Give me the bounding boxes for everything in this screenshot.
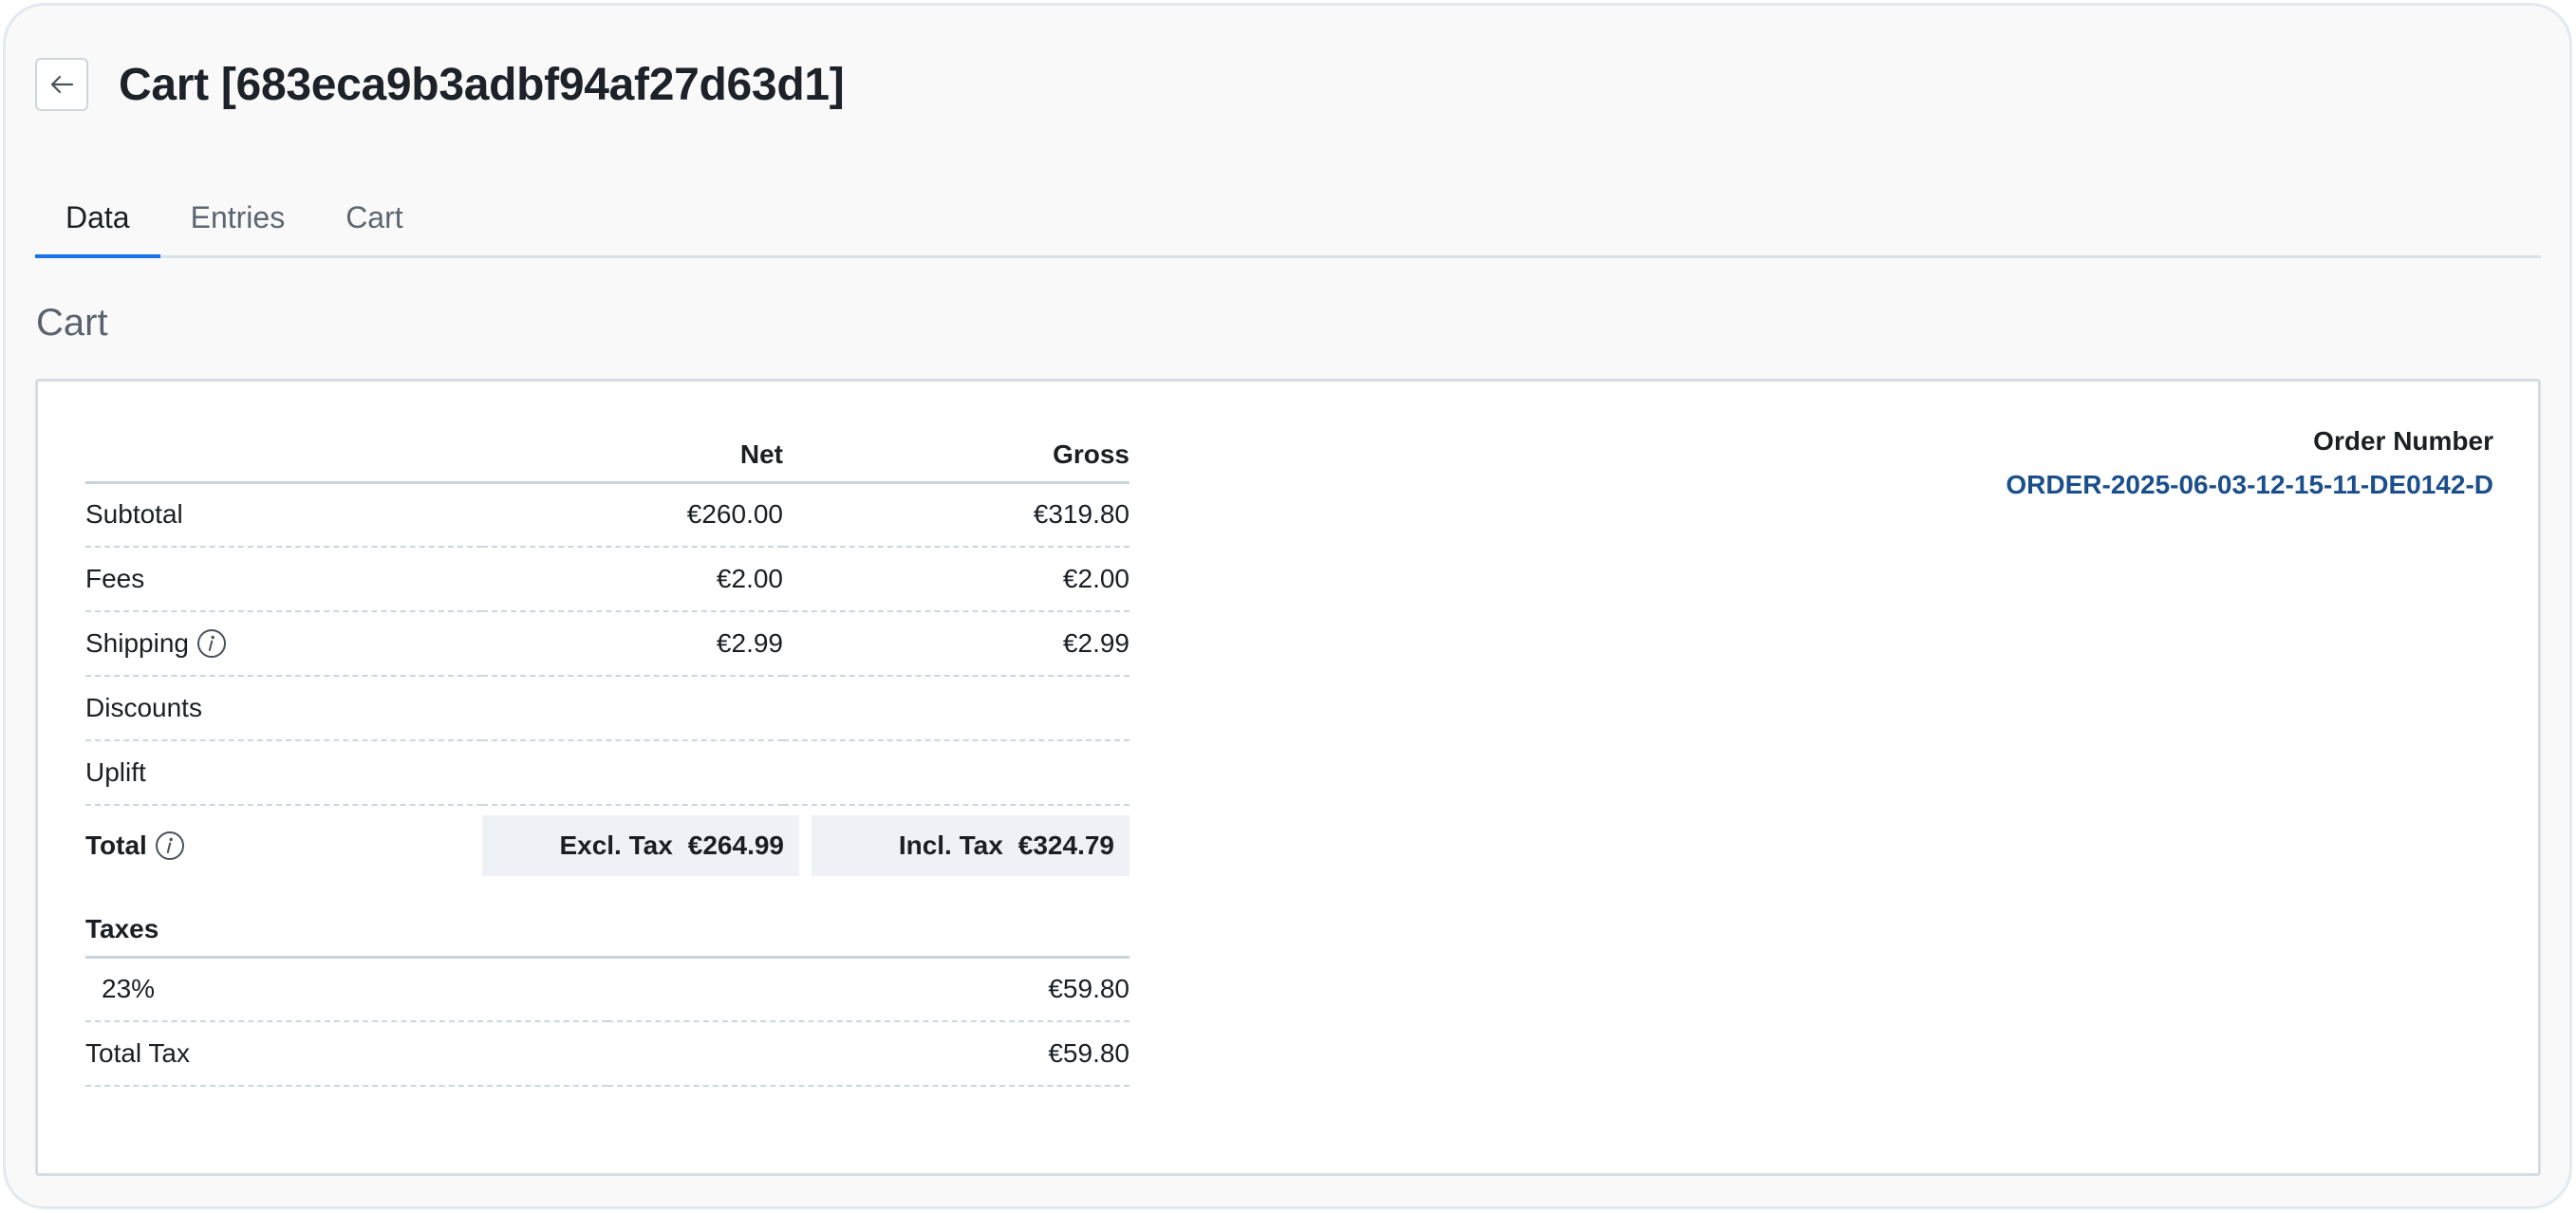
row-label: Fees — [85, 547, 482, 612]
taxes-table: Taxes 23% €59.80 Total Tax €59.80 — [85, 894, 1129, 1087]
tax-rate: 23% — [85, 957, 607, 1022]
taxes-table-header: Taxes — [85, 894, 1129, 959]
order-number-label: Order Number — [2313, 426, 2493, 456]
info-icon[interactable] — [155, 830, 185, 861]
gross-value: €2.99 — [783, 611, 1129, 677]
row-label: Shipping — [85, 628, 189, 658]
net-value — [482, 676, 783, 741]
total-incl-box: Incl. Tax €324.79 — [812, 814, 1129, 876]
header-empty — [607, 894, 1129, 959]
net-value: €2.00 — [482, 547, 783, 612]
total-row: Total Excl. Tax €264.99 Incl. Tax €324.7… — [85, 805, 1129, 885]
arrow-left-icon — [47, 70, 76, 99]
table-row: Discounts — [85, 676, 1129, 741]
excl-tax-label: Excl. Tax — [559, 830, 673, 860]
header-net: Net — [482, 420, 783, 484]
gross-value: €319.80 — [783, 482, 1129, 548]
tab-cart[interactable]: Cart — [315, 181, 433, 258]
row-label: Subtotal — [85, 482, 482, 548]
total-label: Total — [85, 830, 147, 860]
table-row: Shipping €2.99 €2.99 — [85, 611, 1129, 677]
gross-value — [783, 676, 1129, 741]
total-incl-cell: Incl. Tax €324.79 — [783, 805, 1129, 885]
order-number-link[interactable]: ORDER-2025-06-03-12-15-11-DE0142-D — [2006, 470, 2493, 500]
row-label-cell: Shipping — [85, 611, 482, 677]
tab-entries[interactable]: Entries — [160, 181, 316, 258]
total-tax-amount: €59.80 — [607, 1021, 1129, 1087]
table-row: Subtotal €260.00 €319.80 — [85, 482, 1129, 548]
net-value: €260.00 — [482, 482, 783, 548]
gross-value: €2.00 — [783, 547, 1129, 612]
info-icon[interactable] — [196, 628, 227, 659]
tax-amount: €59.80 — [607, 957, 1129, 1022]
order-number-block: Order Number ORDER-2025-06-03-12-15-11-D… — [2006, 424, 2493, 500]
tab-data[interactable]: Data — [35, 181, 160, 258]
net-value: €2.99 — [482, 611, 783, 677]
total-tax-label: Total Tax — [85, 1021, 607, 1087]
excl-tax-value: €264.99 — [687, 830, 784, 860]
price-table: Net Gross Subtotal €260.00 €319.80 Fees … — [85, 420, 1129, 885]
header-gross: Gross — [783, 420, 1129, 484]
taxes-heading: Taxes — [85, 894, 607, 959]
table-row: Uplift — [85, 740, 1129, 806]
section-title: Cart — [36, 302, 108, 344]
header-empty — [85, 420, 482, 484]
net-value — [482, 740, 783, 806]
row-label: Discounts — [85, 676, 482, 741]
price-table-header: Net Gross — [85, 420, 1129, 484]
gross-value — [783, 740, 1129, 806]
table-row: Fees €2.00 €2.00 — [85, 547, 1129, 612]
page-title: Cart [683eca9b3adbf94af27d63d1] — [119, 59, 845, 110]
row-label: Uplift — [85, 740, 482, 806]
cart-card: Net Gross Subtotal €260.00 €319.80 Fees … — [35, 379, 2541, 1176]
total-excl-box: Excl. Tax €264.99 — [482, 814, 799, 876]
incl-tax-value: €324.79 — [1017, 830, 1114, 860]
page-header: Cart [683eca9b3adbf94af27d63d1] — [35, 58, 845, 111]
incl-tax-label: Incl. Tax — [898, 830, 1003, 860]
total-tax-row: Total Tax €59.80 — [85, 1021, 1129, 1087]
tab-bar: Data Entries Cart — [35, 181, 2541, 258]
app-frame: Cart [683eca9b3adbf94af27d63d1] Data Ent… — [3, 3, 2572, 1209]
table-row: 23% €59.80 — [85, 957, 1129, 1022]
back-button[interactable] — [35, 58, 88, 111]
total-label-cell: Total — [85, 805, 482, 885]
total-excl-cell: Excl. Tax €264.99 — [482, 805, 799, 885]
